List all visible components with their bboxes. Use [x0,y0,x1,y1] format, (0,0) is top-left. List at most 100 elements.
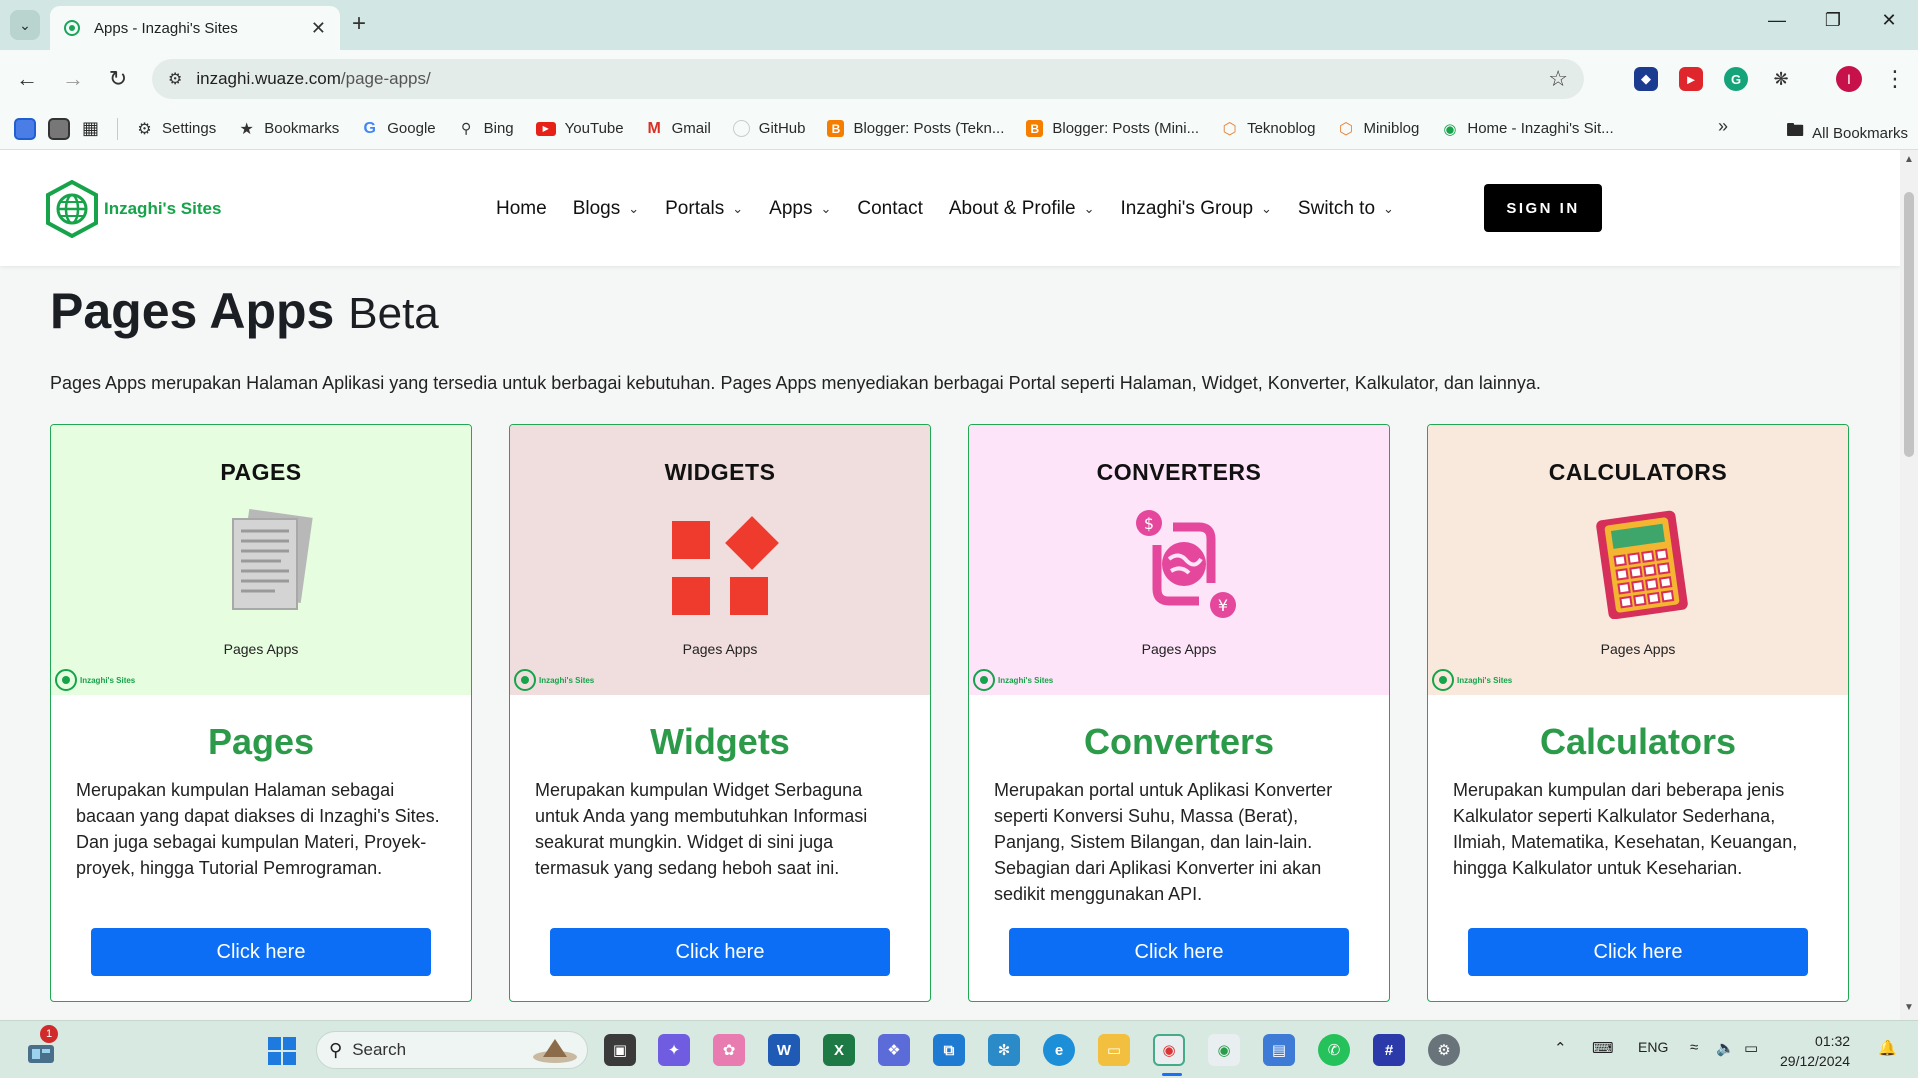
chrome-icon[interactable]: ◉ [1153,1034,1185,1066]
notepad-icon[interactable]: ▤ [1263,1034,1295,1066]
close-window-icon[interactable]: ✕ [1874,10,1904,31]
chevron-down-icon: ⌄ [628,201,640,216]
beta-label: Beta [348,289,439,338]
new-tab-icon[interactable]: + [352,12,366,36]
app-icon[interactable]: # [1373,1034,1405,1066]
chrome-profile-icon[interactable]: ◉ [1208,1034,1240,1066]
bookmark-bing[interactable]: ⚲ Bing [458,120,514,137]
task-view-icon[interactable]: ▣ [604,1034,636,1066]
bookmark-teknoblog[interactable]: ⬡ Teknoblog [1221,120,1316,138]
forward-icon[interactable]: → [58,66,88,92]
bookmark-youtube[interactable]: ▶ YouTube [535,120,624,137]
excel-icon[interactable]: X [823,1034,855,1066]
web-page: Inzaghi's Sites Home Blogs ⌄ Portals ⌄ App… [0,150,1900,1020]
site-info-icon[interactable]: ⚙ [168,69,182,89]
notification-bell-icon[interactable]: 🔔 [1878,1039,1897,1057]
app-card-widgets: WIDGETS Pages Apps Inzaghi's Sites Widge… [509,424,931,1002]
wifi-icon[interactable]: ≈ [1690,1039,1698,1056]
bookmark-blogger-tekno[interactable]: B Blogger: Posts (Tekn... [827,120,1004,137]
profile-avatar[interactable]: I [1836,66,1862,92]
card-description: Merupakan portal untuk Aplikasi Konverte… [994,780,1333,904]
nav-apps[interactable]: Apps ⌄ [769,198,831,220]
restore-icon[interactable]: ❐ [1818,10,1848,31]
paint-icon[interactable]: ❖ [878,1034,910,1066]
bookmark-settings[interactable]: ⚙ Settings [136,120,216,138]
shield-extension-icon[interactable]: ◆ [1634,67,1658,91]
banner-heading: CONVERTERS [1096,459,1262,485]
bookmark-gmail[interactable]: M Gmail [646,120,710,138]
language-indicator[interactable]: ENG [1638,1039,1668,1055]
address-bar[interactable]: ⚙ inzaghi.wuaze.com/page-apps/ ☆ [152,59,1584,99]
file-explorer-icon[interactable]: ▭ [1098,1034,1130,1066]
workspace-blue-icon[interactable] [14,117,36,140]
click-here-button[interactable]: Click here [91,928,431,976]
bookmark-blogger-mini[interactable]: B Blogger: Posts (Mini... [1026,120,1199,137]
banner-heading: CALCULATORS [1548,459,1728,485]
more-bookmarks-icon[interactable]: » [1718,116,1728,137]
battery-icon[interactable]: ▭ [1744,1039,1758,1057]
reload-icon[interactable]: ↻ [103,66,133,92]
apps-grid-icon[interactable]: ▦ [82,118,99,139]
windows-start-icon[interactable] [268,1037,296,1065]
click-here-button[interactable]: Click here [550,928,890,976]
nav-switch-to[interactable]: Switch to ⌄ [1298,198,1394,220]
clock-time: 01:32 [1815,1033,1851,1049]
click-here-button[interactable]: Click here [1009,928,1349,976]
nav-about-profile[interactable]: About & Profile ⌄ [949,198,1095,220]
blogger-icon: B [1026,120,1044,137]
bookmark-bookmarks[interactable]: ★ Bookmarks [238,120,340,138]
youtube-icon: ▶ [535,121,556,136]
sign-in-button[interactable]: SIGN IN [1484,184,1602,232]
nav-home[interactable]: Home [496,198,547,220]
bookmark-google[interactable]: G Google [361,119,436,138]
volume-icon[interactable]: 🔈 [1716,1039,1735,1057]
app-icon[interactable]: ✻ [988,1034,1020,1066]
taskbar-clock[interactable]: 01:32 29/12/2024 [1780,1031,1850,1071]
workspace-gray-icon[interactable] [48,117,70,140]
scroll-down-arrow-icon[interactable]: ▼ [1904,1002,1914,1013]
globe-logo-icon [55,669,77,691]
card-description: Merupakan kumpulan Halaman sebagai bacaa… [76,780,440,878]
taskbar-search[interactable]: ⚲ Search [316,1031,588,1069]
google-icon: G [363,119,376,137]
minimize-icon[interactable]: — [1762,10,1792,31]
grammarly-extension-icon[interactable]: G [1724,67,1748,91]
tab-close-icon[interactable]: ✕ [311,18,326,39]
calculator-icon [1596,510,1688,619]
settings-gear-icon[interactable]: ⚙ [1428,1034,1460,1066]
keyboard-icon[interactable]: ⌨ [1592,1039,1614,1057]
all-bookmarks[interactable]: 🖿 All Bookmarks [1786,118,1908,148]
nav-inzaghis-group[interactable]: Inzaghi's Group ⌄ [1121,198,1272,220]
bookmark-star-icon[interactable]: ☆ [1548,66,1568,92]
globe-logo-icon [1432,669,1454,691]
blogger-icon: B [827,120,845,137]
scrollbar-thumb[interactable] [1904,192,1914,457]
nav-contact[interactable]: Contact [857,198,922,220]
site-logo[interactable]: Inzaghi's Sites [46,180,221,238]
app-icon[interactable]: ✦ [658,1034,690,1066]
browser-menu-icon[interactable]: ⋮ [1884,66,1906,92]
bookmark-miniblog[interactable]: ⬡ Miniblog [1337,120,1419,138]
active-app-indicator [1162,1073,1182,1076]
vscode-icon[interactable]: ⧉ [933,1034,965,1066]
address-url[interactable]: inzaghi.wuaze.com/page-apps/ [196,69,1548,89]
bookmark-github[interactable]: GitHub [732,120,805,137]
edge-icon[interactable]: e [1043,1034,1075,1066]
card-title: Converters [1083,721,1275,762]
whatsapp-icon[interactable]: ✆ [1318,1034,1350,1066]
copilot-icon[interactable]: ✿ [713,1034,745,1066]
media-extension-icon[interactable]: ► [1679,67,1703,91]
nav-portals[interactable]: Portals ⌄ [665,198,743,220]
page-scrollbar[interactable]: ▲ ▼ [1900,150,1918,1020]
nav-blogs[interactable]: Blogs ⌄ [573,198,639,220]
tab-search-chevron-icon[interactable]: ⌄ [10,10,40,40]
folder-icon: 🖿 [1786,120,1805,140]
click-here-button[interactable]: Click here [1468,928,1808,976]
bookmark-home-inzaghi[interactable]: ◉ Home - Inzaghi's Sit... [1441,120,1613,138]
scroll-up-arrow-icon[interactable]: ▲ [1904,154,1914,165]
word-icon[interactable]: W [768,1034,800,1066]
extensions-puzzle-icon[interactable]: ❋ [1769,67,1793,91]
browser-tab-active[interactable]: Apps - Inzaghi's Sites ✕ [50,6,340,50]
chevron-up-icon[interactable]: ⌃ [1554,1039,1567,1057]
back-icon[interactable]: ← [12,66,42,92]
